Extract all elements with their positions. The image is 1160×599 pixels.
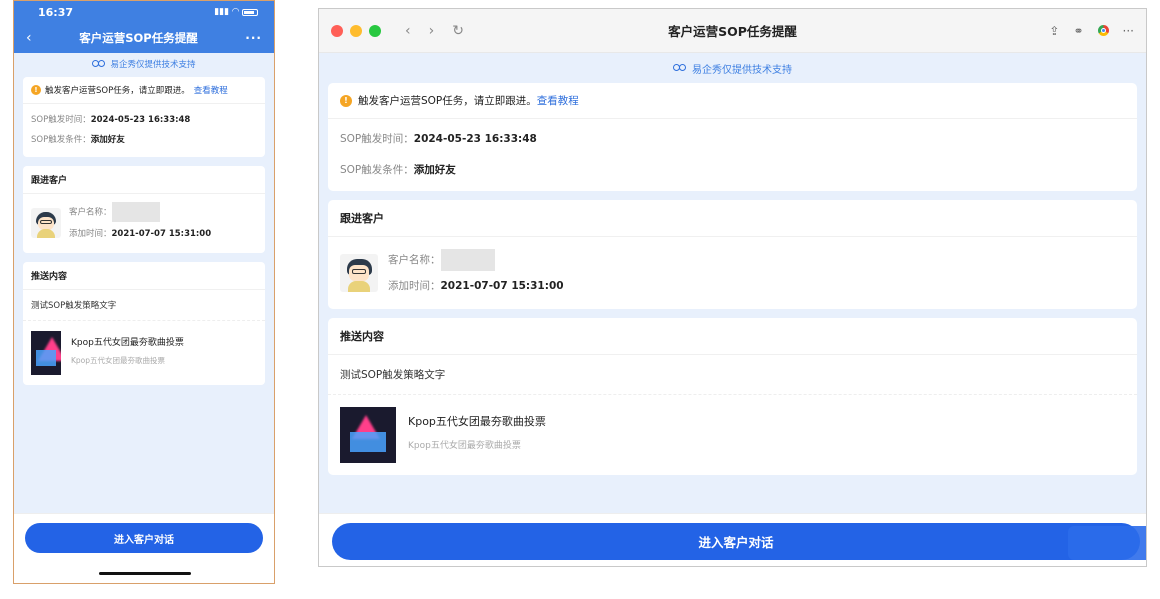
mobile-content: ! 触发客户运营SOP任务，请立即跟进。 查看教程 SOP触发时间：2024-0… [14,75,274,525]
alert-row: ! 触发客户运营SOP任务，请立即跟进。 查看教程 [23,77,265,104]
window-controls [331,24,381,37]
close-dot-icon[interactable] [331,24,343,37]
trigger-cond-row: SOP触发条件：添加好友 [328,153,1137,191]
customer-name-redacted [440,249,495,271]
customer-card: 跟进客户 客户名称： 添加时间：2021-07-07 15:31:00 [328,200,1137,309]
trigger-time-value: 2024-05-23 16:33:48 [413,133,537,145]
push-item-subtitle: Kpop五代女团最夯歌曲投票 [71,355,166,365]
mobile-view: 16:37 ▮▮▮ ◠ ‹ 客户运营SOP任务提醒 ··· 易企秀仅提供技术支持… [13,0,275,584]
window-titlebar: ‹ › ↻ 客户运营SOP任务提醒 ⇪ ⚭ ··· [319,9,1146,53]
more-icon[interactable]: ··· [1123,24,1134,38]
back-arrow-icon[interactable]: ‹ [405,23,411,39]
brand-logo-icon [92,60,106,68]
add-time-label: 添加时间： [388,280,441,292]
window-actions: ⇪ ⚭ ··· [1049,24,1134,38]
link-icon[interactable]: ⚭ [1073,24,1083,38]
reload-icon[interactable]: ↻ [452,23,464,39]
home-indicator [99,572,191,575]
customer-card: 跟进客户 客户名称： 添加时间：2021-07-07 15:31:00 [23,166,265,253]
customer-section-title: 跟进客户 [328,200,1137,237]
sop-info-card: ! 触发客户运营SOP任务，请立即跟进。 查看教程 SOP触发时间：2024-0… [328,83,1137,191]
alert-text: 触发客户运营SOP任务，请立即跟进。 [358,95,537,107]
enter-chat-button[interactable]: 进入客户对话 [25,523,263,553]
customer-name-redacted [111,202,160,222]
wifi-icon: ◠ [232,7,239,17]
add-time-label: 添加时间： [69,228,112,239]
trigger-cond-row: SOP触发条件：添加好友 [23,129,265,157]
battery-icon [242,8,258,16]
share-icon[interactable]: ⇪ [1049,24,1059,38]
warning-icon: ! [31,85,41,95]
status-time: 16:37 [38,5,74,19]
mobile-nav-bar: ‹ 客户运营SOP任务提醒 ··· [14,23,274,53]
customer-name-label: 客户名称： [388,254,441,266]
push-item-subtitle: Kpop五代女团最夯歌曲投票 [408,441,521,451]
push-item[interactable]: Kpop五代女团最夯歌曲投票 Kpop五代女团最夯歌曲投票 [23,321,265,385]
push-section-title: 推送内容 [328,318,1137,355]
screenshot-stage: 16:37 ▮▮▮ ◠ ‹ 客户运营SOP任务提醒 ··· 易企秀仅提供技术支持… [0,0,1160,599]
brand-logo-icon [673,64,687,72]
customer-info: 客户名称： 添加时间：2021-07-07 15:31:00 [388,247,564,299]
push-item-title: Kpop五代女团最夯歌曲投票 [408,415,546,428]
alert-text: 触发客户运营SOP任务，请立即跟进。 [45,86,190,96]
maximize-dot-icon[interactable] [369,24,381,37]
trigger-cond-label: SOP触发条件： [340,164,414,176]
support-text: 易企秀仅提供技术支持 [692,64,792,76]
push-thumbnail [31,330,61,375]
tutorial-link[interactable]: 查看教程 [537,93,579,108]
push-card: 推送内容 测试SOP触发策略文字 Kpop五代女团最夯歌曲投票 Kpop五代女团… [328,318,1137,475]
window-nav: ‹ › ↻ [405,23,464,39]
customer-section-title: 跟进客户 [23,166,265,194]
trigger-time-label: SOP触发时间： [31,115,91,125]
add-time-value: 2021-07-07 15:31:00 [440,280,564,292]
support-banner: 易企秀仅提供技术支持 [14,53,274,75]
customer-info: 客户名称： 添加时间：2021-07-07 15:31:00 [69,202,211,245]
desktop-window: ‹ › ↻ 客户运营SOP任务提醒 ⇪ ⚭ ··· 易企秀仅提供技术支持 ! 触… [318,8,1147,567]
trigger-time-value: 2024-05-23 16:33:48 [90,115,191,125]
alert-row: ! 触发客户运营SOP任务，请立即跟进。 查看教程 [328,83,1137,119]
mobile-page-title: 客户运营SOP任务提醒 [79,31,198,45]
enter-chat-button[interactable]: 进入客户对话 [332,523,1140,560]
floating-tab[interactable] [1068,526,1146,560]
customer-avatar [31,208,61,239]
trigger-cond-value: 添加好友 [413,164,456,176]
push-item-title: Kpop五代女团最夯歌曲投票 [71,337,184,348]
customer-name-label: 客户名称： [69,207,112,218]
minimize-dot-icon[interactable] [350,24,362,37]
push-item[interactable]: Kpop五代女团最夯歌曲投票 Kpop五代女团最夯歌曲投票 [328,395,1137,475]
window-content: 易企秀仅提供技术支持 ! 触发客户运营SOP任务，请立即跟进。 查看教程 SOP… [319,53,1146,566]
back-icon[interactable]: ‹ [26,30,32,46]
trigger-cond-label: SOP触发条件： [31,135,91,145]
forward-arrow-icon[interactable]: › [429,23,435,39]
sop-info-card: ! 触发客户运营SOP任务，请立即跟进。 查看教程 SOP触发时间：2024-0… [23,77,265,157]
mobile-footer: 进入客户对话 [14,513,274,583]
status-icons: ▮▮▮ ◠ [214,7,258,17]
trigger-time-row: SOP触发时间：2024-05-23 16:33:48 [23,104,265,129]
signal-icon: ▮▮▮ [214,7,230,17]
push-thumbnail [340,407,396,463]
customer-avatar [340,254,378,292]
push-card: 推送内容 测试SOP触发策略文字 Kpop五代女团最夯歌曲投票 Kpop五代女团… [23,261,265,385]
strategy-text: 测试SOP触发策略文字 [23,290,265,321]
chrome-icon[interactable] [1097,25,1109,36]
more-icon[interactable]: ··· [245,31,262,45]
customer-row[interactable]: 客户名称： 添加时间：2021-07-07 15:31:00 [328,237,1137,309]
support-banner: 易企秀仅提供技术支持 [319,53,1146,83]
support-text: 易企秀仅提供技术支持 [110,60,196,70]
trigger-time-label: SOP触发时间： [340,133,414,145]
add-time-value: 2021-07-07 15:31:00 [111,228,212,239]
window-footer: 进入客户对话 [319,513,1146,566]
customer-row[interactable]: 客户名称： 添加时间：2021-07-07 15:31:00 [23,194,265,253]
strategy-text: 测试SOP触发策略文字 [328,355,1137,395]
push-section-title: 推送内容 [23,262,265,290]
trigger-cond-value: 添加好友 [90,135,125,145]
trigger-time-row: SOP触发时间：2024-05-23 16:33:48 [328,119,1137,153]
status-bar: 16:37 ▮▮▮ ◠ [14,1,274,23]
warning-icon: ! [340,94,352,107]
tutorial-link[interactable]: 查看教程 [194,84,228,96]
